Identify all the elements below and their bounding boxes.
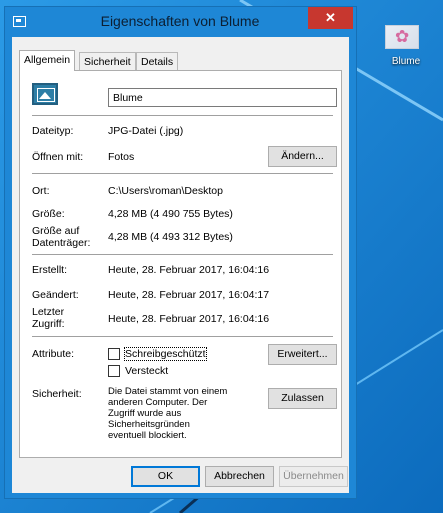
file-name-input[interactable] xyxy=(108,88,337,107)
desktop-icon-label: Blume xyxy=(391,56,421,67)
created-value: Heute, 28. Februar 2017, 16:04:16 xyxy=(108,264,270,276)
security-warning-text: Die Datei stammt von einem anderen Compu… xyxy=(108,386,228,441)
change-button[interactable]: Ändern... xyxy=(268,146,337,167)
image-thumbnail-icon xyxy=(385,25,419,49)
modified-label: Geändert: xyxy=(32,289,79,301)
properties-dialog: Eigenschaften von Blume ✕ Allgemein Sich… xyxy=(4,6,357,499)
size-on-disk-value: 4,28 MB (4 493 312 Bytes) xyxy=(108,231,233,243)
size-on-disk-label: Größe auf Datenträger: xyxy=(32,225,91,249)
apply-button[interactable]: Übernehmen xyxy=(279,466,348,487)
readonly-label[interactable]: Schreibgeschützt xyxy=(124,347,207,361)
separator xyxy=(32,115,333,116)
properties-icon xyxy=(13,16,26,27)
separator xyxy=(32,336,333,337)
size-value: 4,28 MB (4 490 755 Bytes) xyxy=(108,208,233,220)
cancel-button[interactable]: Abbrechen xyxy=(205,466,274,487)
file-type-value: JPG-Datei (.jpg) xyxy=(108,125,184,137)
tab-security[interactable]: Sicherheit xyxy=(79,52,136,70)
created-label: Erstellt: xyxy=(32,264,68,276)
image-file-icon xyxy=(32,83,58,105)
tab-general[interactable]: Allgemein xyxy=(19,50,76,71)
separator xyxy=(32,254,333,255)
unblock-button[interactable]: Zulassen xyxy=(268,388,337,409)
window-title: Eigenschaften von Blume xyxy=(100,13,260,29)
attributes-label: Attribute: xyxy=(32,348,75,360)
file-type-label: Dateityp: xyxy=(32,125,74,137)
open-with-value: Fotos xyxy=(108,151,135,163)
title-bar[interactable]: Eigenschaften von Blume ✕ xyxy=(5,7,356,37)
size-label: Größe: xyxy=(32,208,65,220)
desktop-file-icon[interactable]: Blume xyxy=(381,25,431,67)
security-label: Sicherheit: xyxy=(32,388,82,400)
hidden-label[interactable]: Versteckt xyxy=(125,365,168,377)
close-button[interactable]: ✕ xyxy=(308,7,353,29)
last-access-value: Heute, 28. Februar 2017, 16:04:16 xyxy=(108,313,270,325)
last-access-label: Letzter Zugriff: xyxy=(32,306,65,330)
readonly-checkbox[interactable] xyxy=(108,348,120,360)
open-with-label: Öffnen mit: xyxy=(32,151,84,163)
location-value: C:\Users\roman\Desktop xyxy=(108,185,223,197)
separator xyxy=(32,173,333,174)
tab-details[interactable]: Details xyxy=(136,52,179,70)
modified-value: Heute, 28. Februar 2017, 16:04:17 xyxy=(108,289,270,301)
advanced-button[interactable]: Erweitert... xyxy=(268,344,337,365)
hidden-checkbox[interactable] xyxy=(108,365,120,377)
general-tab-panel: Dateityp: JPG-Datei (.jpg) Öffnen mit: F… xyxy=(19,70,342,458)
dialog-client-area: Allgemein Sicherheit Details Dateityp: J… xyxy=(12,37,349,493)
ok-button[interactable]: OK xyxy=(131,466,200,487)
location-label: Ort: xyxy=(32,185,50,197)
